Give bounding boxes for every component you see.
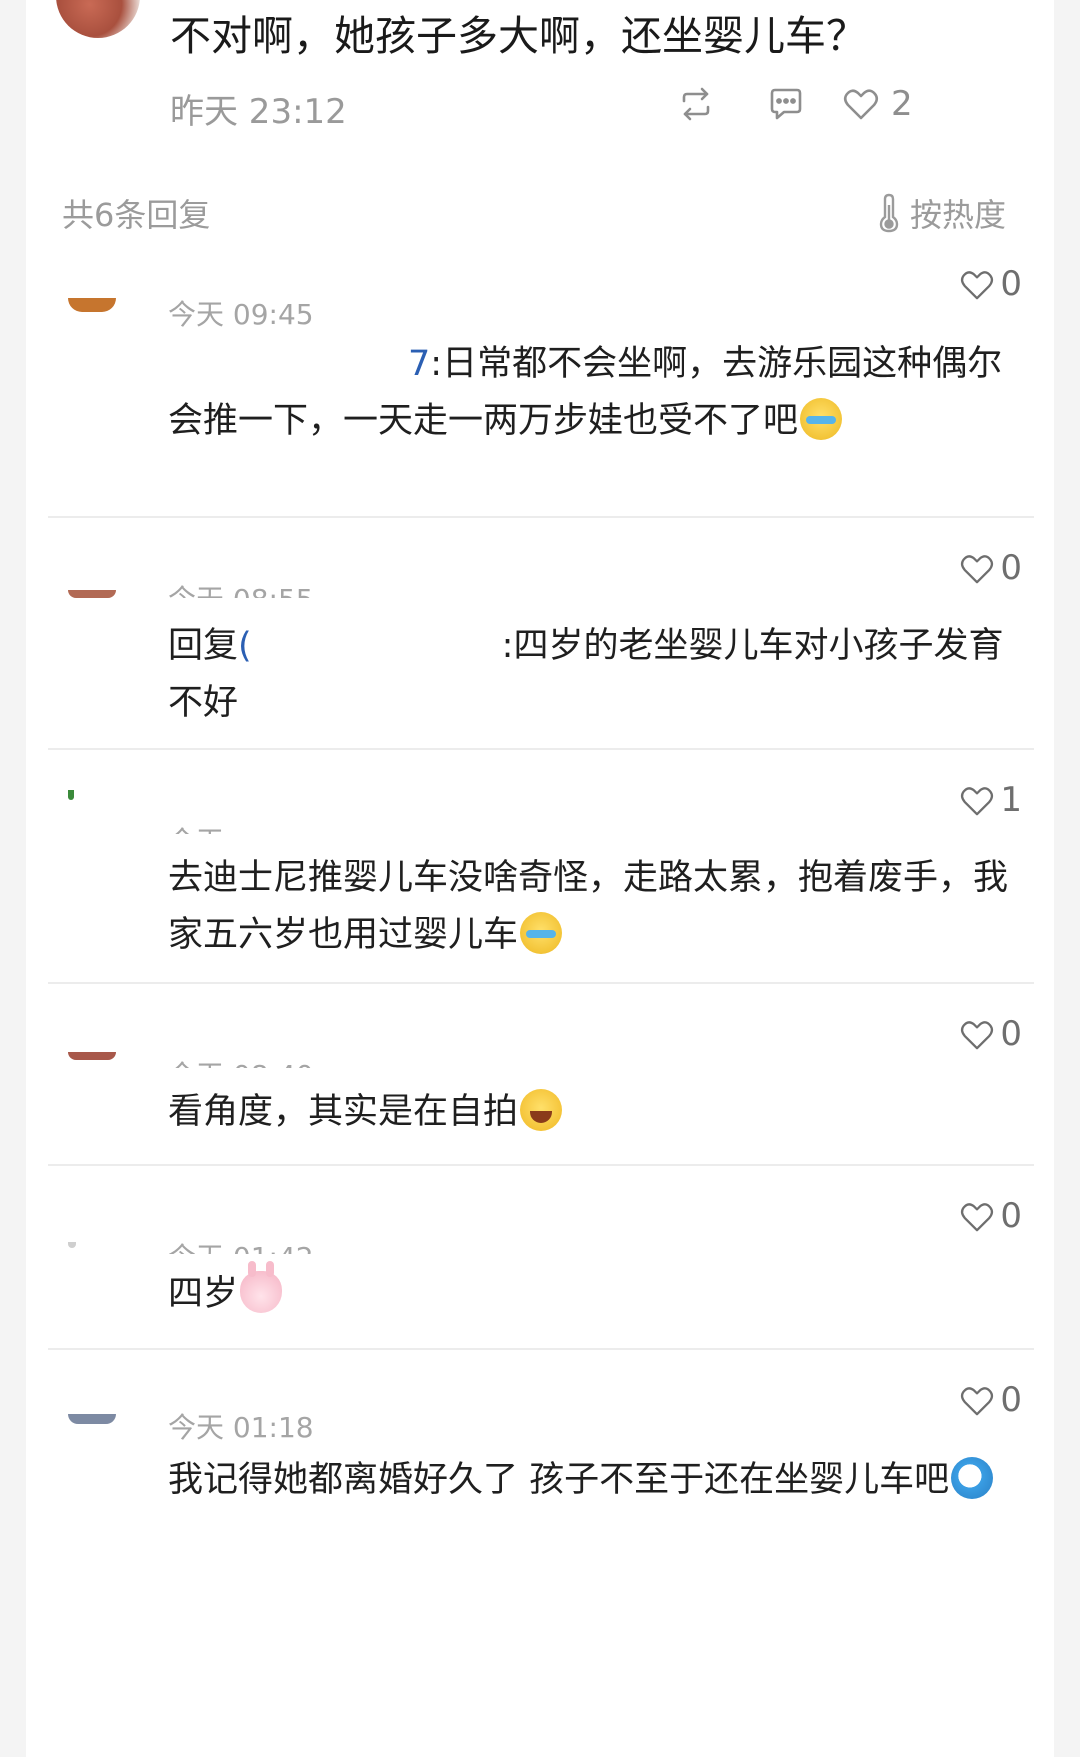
repost-icon — [682, 87, 710, 121]
reply-body: 看角度，其实是在自拍 — [168, 1092, 519, 1132]
crying-laughing-emoji-icon — [800, 398, 843, 440]
tears-of-joy-emoji-icon — [520, 1089, 563, 1131]
like-count: 0 — [1000, 1380, 1022, 1420]
reply-item: 今天 01:42 0 四岁 — [48, 1164, 1034, 1350]
reply-item: 今天 08:55 0 回复(:四岁的老坐婴儿车对小孩子发育不好 — [48, 516, 1034, 750]
avatar[interactable] — [68, 790, 74, 800]
like-button[interactable]: 0 — [958, 1380, 1022, 1420]
repost-button[interactable] — [676, 84, 716, 124]
avatar[interactable] — [68, 1242, 76, 1248]
avatar[interactable] — [68, 298, 116, 312]
like-count: 0 — [1000, 548, 1022, 588]
comment-icon — [770, 88, 802, 120]
reply-body: 我记得她都离婚好久了 孩子不至于还在坐婴儿车吧 — [168, 1460, 950, 1500]
sort-button[interactable]: 按热度 — [876, 190, 1006, 236]
main-comment-time: 昨天 23:12 — [170, 92, 347, 132]
like-button[interactable]: 0 — [958, 264, 1022, 304]
avatar[interactable] — [68, 1414, 116, 1424]
main-comment-text: 不对啊，她孩子多大啊，还坐婴儿车？ — [170, 12, 867, 60]
bunny-emoji-icon — [240, 1261, 283, 1313]
thermometer-icon — [879, 193, 899, 233]
reply-body: 四岁 — [168, 1274, 239, 1314]
redacted-username — [252, 637, 502, 657]
like-button[interactable]: 0 — [958, 1014, 1022, 1054]
avatar[interactable] — [56, 0, 140, 38]
reply-text: 看角度，其实是在自拍 — [168, 1084, 1020, 1141]
comment-button[interactable] — [766, 84, 806, 124]
reply-time: 今天 08:55 — [168, 578, 314, 598]
sort-label: 按热度 — [909, 196, 1006, 234]
reply-time: 今天 — [168, 820, 224, 834]
heart-icon — [961, 271, 994, 300]
reply-time: 今天 09:45 — [168, 298, 314, 331]
heart-icon — [961, 1021, 994, 1050]
mention-link[interactable]: 7 — [408, 344, 430, 384]
heart-icon — [961, 1203, 994, 1232]
mention-link[interactable]: ( — [238, 626, 252, 666]
comment-panel: 不对啊，她孩子多大啊，还坐婴儿车？ 昨天 23:12 2 共6条回复 按热度 今… — [26, 0, 1054, 1757]
reply-text: 回复(:四岁的老坐婴儿车对小孩子发育不好 — [168, 618, 1020, 732]
reply-item: 今天 08:40 0 看角度，其实是在自拍 — [48, 982, 1034, 1166]
avatar[interactable] — [68, 590, 116, 598]
reply-time: 今天 08:40 — [168, 1054, 314, 1068]
reply-item: 今天 09:45 0 7:日常都不会坐啊，去游乐园这种偶尔会推一下，一天走一两万… — [48, 248, 1034, 518]
heart-icon — [961, 1387, 994, 1416]
replies-count: 共6条回复 — [62, 196, 211, 234]
like-count: 2 — [891, 84, 913, 124]
reply-body: 去迪士尼推婴儿车没啥奇怪，走路太累，抱着废手，我家五六岁也用过婴儿车 — [168, 858, 1009, 955]
reply-text: 我记得她都离婚好久了 孩子不至于还在坐婴儿车吧 — [168, 1452, 1020, 1509]
avatar[interactable] — [68, 1052, 116, 1060]
heart-icon — [843, 89, 879, 120]
like-button[interactable]: 0 — [958, 548, 1022, 588]
like-count: 0 — [1000, 1196, 1022, 1236]
reply-prefix: 回复 — [168, 626, 239, 666]
like-count: 0 — [1000, 264, 1022, 304]
reply-time: 今天 01:18 — [168, 1411, 314, 1444]
like-button[interactable]: 0 — [958, 1196, 1022, 1236]
like-button[interactable]: 2 — [841, 84, 913, 124]
crying-laughing-emoji-icon — [520, 912, 563, 954]
reply-text: 7:日常都不会坐啊，去游乐园这种偶尔会推一下，一天走一两万步娃也受不了吧 — [168, 336, 1020, 450]
reply-time: 今天 01:42 — [168, 1236, 314, 1254]
like-button[interactable]: 1 — [958, 780, 1022, 820]
like-count: 0 — [1000, 1014, 1022, 1054]
like-count: 1 — [1000, 780, 1022, 820]
reply-text: 去迪士尼推婴儿车没啥奇怪，走路太累，抱着废手，我家五六岁也用过婴儿车 — [168, 850, 1020, 964]
redacted-username — [168, 355, 408, 375]
heart-icon — [961, 555, 994, 584]
reply-item: 今天 01:18 0 我记得她都离婚好久了 孩子不至于还在坐婴儿车吧 — [48, 1348, 1034, 1757]
cartoon-emoji-icon — [951, 1457, 994, 1499]
reply-text: 四岁 — [168, 1261, 1020, 1323]
heart-icon — [961, 787, 994, 816]
reply-item: 今天 1 去迪士尼推婴儿车没啥奇怪，走路太累，抱着废手，我家五六岁也用过婴儿车 — [48, 748, 1034, 984]
